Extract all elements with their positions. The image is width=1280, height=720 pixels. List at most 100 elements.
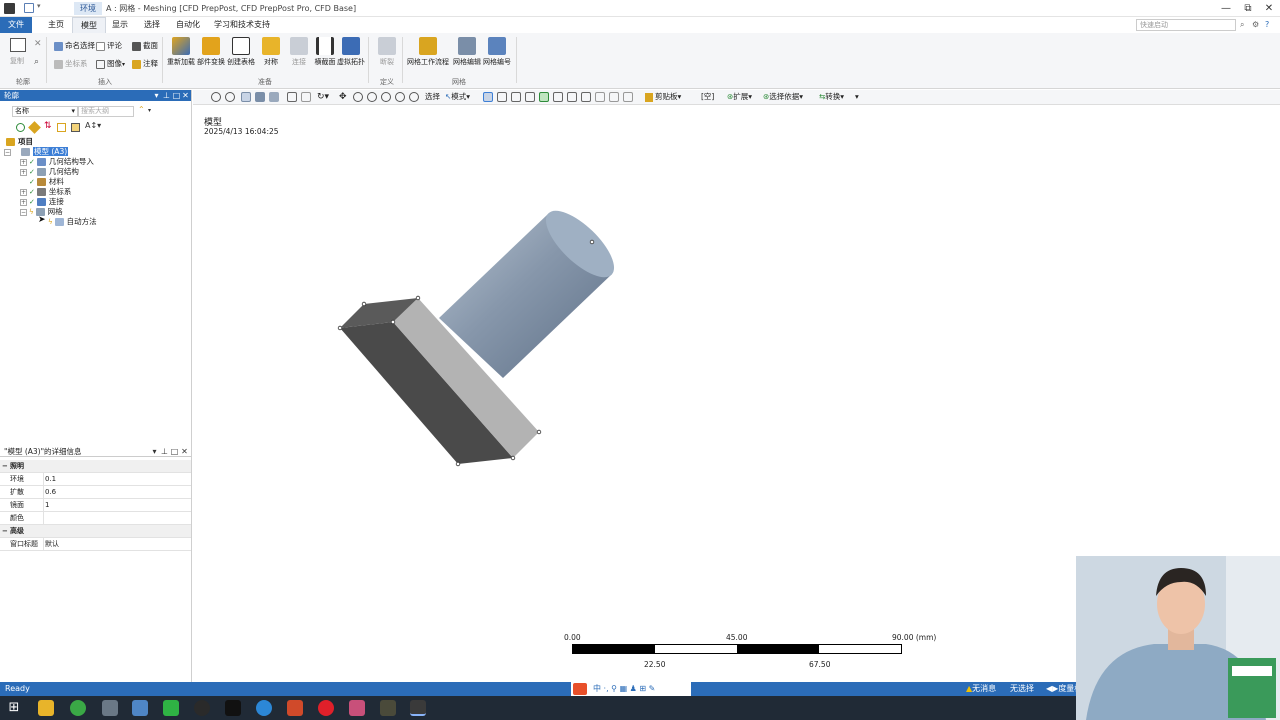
tree-item-materials[interactable]: ✓ 材料 bbox=[29, 177, 64, 187]
expand-toggle-icon[interactable]: + bbox=[20, 188, 27, 196]
tab-learning[interactable]: 学习和技术支持 bbox=[206, 17, 278, 33]
settings-icon[interactable]: ⚙ bbox=[1252, 20, 1259, 29]
calculator-icon[interactable] bbox=[102, 700, 118, 716]
named-selection-button[interactable]: 命名选择 bbox=[54, 40, 95, 52]
tab-home[interactable]: 主页 bbox=[40, 17, 72, 33]
pin-icon[interactable]: ⊥ bbox=[160, 446, 169, 457]
select-all-icon[interactable] bbox=[581, 92, 591, 102]
tree-item-connections[interactable]: + ✓ 连接 bbox=[20, 197, 64, 207]
context-tab-environment[interactable]: 环境 bbox=[74, 2, 102, 15]
chevron-down-icon[interactable]: ▾ bbox=[148, 107, 151, 114]
tab-model[interactable]: 模型 bbox=[72, 17, 106, 33]
ime-toolbar[interactable]: 中 ·, ⚲ ▦ ♟ ⊞ ✎ bbox=[571, 682, 691, 696]
tree-item-model[interactable]: − 模型 (A3) bbox=[4, 147, 69, 157]
toolbar-overflow-icon[interactable]: ▾ bbox=[855, 91, 859, 103]
zoom-out-icon[interactable] bbox=[225, 92, 235, 102]
tag-icon[interactable] bbox=[28, 121, 41, 134]
close-icon[interactable]: ✕ bbox=[181, 90, 190, 101]
restore-button[interactable]: ⧉ bbox=[1238, 0, 1258, 17]
close-button[interactable]: ✕ bbox=[1259, 0, 1279, 17]
fracture-button[interactable]: 断裂 bbox=[372, 37, 402, 67]
select-edge-icon[interactable] bbox=[497, 92, 507, 102]
symmetry-button[interactable]: 对称 bbox=[256, 37, 286, 67]
tab-automation[interactable]: 自动化 bbox=[168, 17, 208, 33]
meshing-app-icon[interactable] bbox=[410, 700, 426, 716]
tree-item-coordinate-systems[interactable]: + ✓ 坐标系 bbox=[20, 187, 71, 197]
extend-button[interactable]: ⊛扩展▾ bbox=[727, 91, 752, 103]
duplicate-icon[interactable] bbox=[10, 38, 26, 52]
select-element-icon[interactable] bbox=[567, 92, 577, 102]
photos-icon[interactable] bbox=[132, 700, 148, 716]
shaded-view-icon[interactable] bbox=[241, 92, 251, 102]
zoom-box-icon[interactable] bbox=[353, 92, 363, 102]
annotation-button[interactable]: 注释 bbox=[132, 58, 158, 70]
wireframe-icon[interactable] bbox=[255, 92, 265, 102]
detail-row-window-title[interactable]: 窗口标题 默认 bbox=[0, 538, 191, 551]
collapse-toggle-icon[interactable]: − bbox=[20, 208, 27, 216]
collapse-toggle-icon[interactable]: − bbox=[2, 460, 8, 473]
tree-item-geometry-import[interactable]: + ✓ 几何结构导入 bbox=[20, 157, 94, 167]
detail-row-color[interactable]: 颜色 bbox=[0, 512, 191, 525]
sort-icon[interactable]: ⇅ bbox=[44, 121, 52, 131]
zoom-all-icon[interactable] bbox=[409, 92, 419, 102]
messages-status[interactable]: ▲无消息 bbox=[966, 682, 996, 696]
cylinder-body[interactable] bbox=[439, 200, 624, 378]
find-icon[interactable]: ⌕ bbox=[34, 57, 39, 67]
detail-row-diffuse[interactable]: 扩散 0.6 bbox=[0, 486, 191, 499]
quick-access-dropdown-icon[interactable]: ▾ bbox=[37, 2, 41, 10]
tab-display[interactable]: 显示 bbox=[104, 17, 136, 33]
section-plane-button[interactable]: 截面 bbox=[132, 40, 158, 52]
reload-button[interactable]: 重新加载 bbox=[166, 37, 196, 67]
section-advanced[interactable]: − 高级 bbox=[0, 525, 191, 538]
outline-search-input[interactable]: 搜索大纲 bbox=[78, 106, 134, 117]
image-button[interactable]: 图像▾ bbox=[96, 58, 125, 70]
dropdown-icon[interactable]: ▾ bbox=[150, 446, 159, 457]
pin-icon[interactable]: ⊥ bbox=[162, 90, 171, 101]
maximize-icon[interactable]: □ bbox=[170, 446, 179, 457]
triad-icon[interactable] bbox=[301, 92, 311, 102]
coordinate-system-button[interactable]: 坐标系 bbox=[54, 58, 88, 70]
section-lighting[interactable]: − 照明 bbox=[0, 460, 191, 473]
mesh-numbering-button[interactable]: 网格编号 bbox=[482, 37, 512, 67]
app-icon[interactable] bbox=[349, 700, 365, 716]
mesh-workflow-button[interactable]: 网格工作流程 bbox=[406, 37, 450, 67]
edge-browser-icon[interactable] bbox=[256, 700, 272, 716]
zoom-fit-icon[interactable] bbox=[367, 92, 377, 102]
quick-launch-input[interactable]: 快速启动 bbox=[1136, 19, 1236, 31]
select-by-button[interactable]: ⊛选择依据▾ bbox=[763, 91, 803, 103]
close-icon[interactable]: ✕ bbox=[180, 446, 189, 457]
alphabetical-sort-icon[interactable]: A↕▾ bbox=[85, 121, 101, 130]
select-vertex-icon[interactable] bbox=[483, 92, 493, 102]
collapse-toggle-icon[interactable]: − bbox=[4, 148, 11, 156]
delete-icon[interactable]: ✕ bbox=[34, 39, 42, 49]
tiktok-icon[interactable] bbox=[225, 700, 241, 716]
create-table-button[interactable]: 创建表格 bbox=[226, 37, 256, 67]
select-button[interactable]: 选择 bbox=[425, 91, 440, 103]
zoom-in-icon[interactable] bbox=[381, 92, 391, 102]
collapse-icon[interactable] bbox=[71, 123, 80, 132]
hide-icon[interactable] bbox=[595, 92, 605, 102]
tree-item-project[interactable]: 项目 bbox=[6, 137, 33, 147]
tab-file[interactable]: 文件 bbox=[0, 17, 32, 33]
minimize-button[interactable]: — bbox=[1216, 0, 1236, 17]
collapse-toggle-icon[interactable]: − bbox=[2, 525, 8, 538]
display-edges-icon[interactable] bbox=[269, 92, 279, 102]
select-body-icon[interactable] bbox=[525, 92, 535, 102]
browser-icon[interactable] bbox=[70, 700, 86, 716]
file-explorer-icon[interactable] bbox=[38, 700, 54, 716]
tab-selection[interactable]: 选择 bbox=[136, 17, 168, 33]
detail-row-specular[interactable]: 镜面 1 bbox=[0, 499, 191, 512]
comment-button[interactable]: 评论 bbox=[96, 40, 122, 52]
select-node-icon[interactable] bbox=[539, 92, 549, 102]
virtual-topology-button[interactable]: 虚拟拓扑 bbox=[336, 37, 366, 67]
wechat-icon[interactable] bbox=[163, 700, 179, 716]
save-icon[interactable] bbox=[24, 3, 34, 13]
expand-toggle-icon[interactable]: + bbox=[20, 198, 27, 206]
maximize-icon[interactable]: □ bbox=[172, 90, 181, 101]
zoom-icon[interactable] bbox=[211, 92, 221, 102]
powerpoint-icon[interactable] bbox=[287, 700, 303, 716]
tree-item-geometry[interactable]: + ✓ 几何结构 bbox=[20, 167, 79, 177]
dropdown-icon[interactable]: ▾ bbox=[152, 90, 161, 101]
help-icon[interactable]: ? bbox=[1265, 20, 1269, 29]
pan-icon[interactable]: ✥ bbox=[339, 91, 347, 103]
